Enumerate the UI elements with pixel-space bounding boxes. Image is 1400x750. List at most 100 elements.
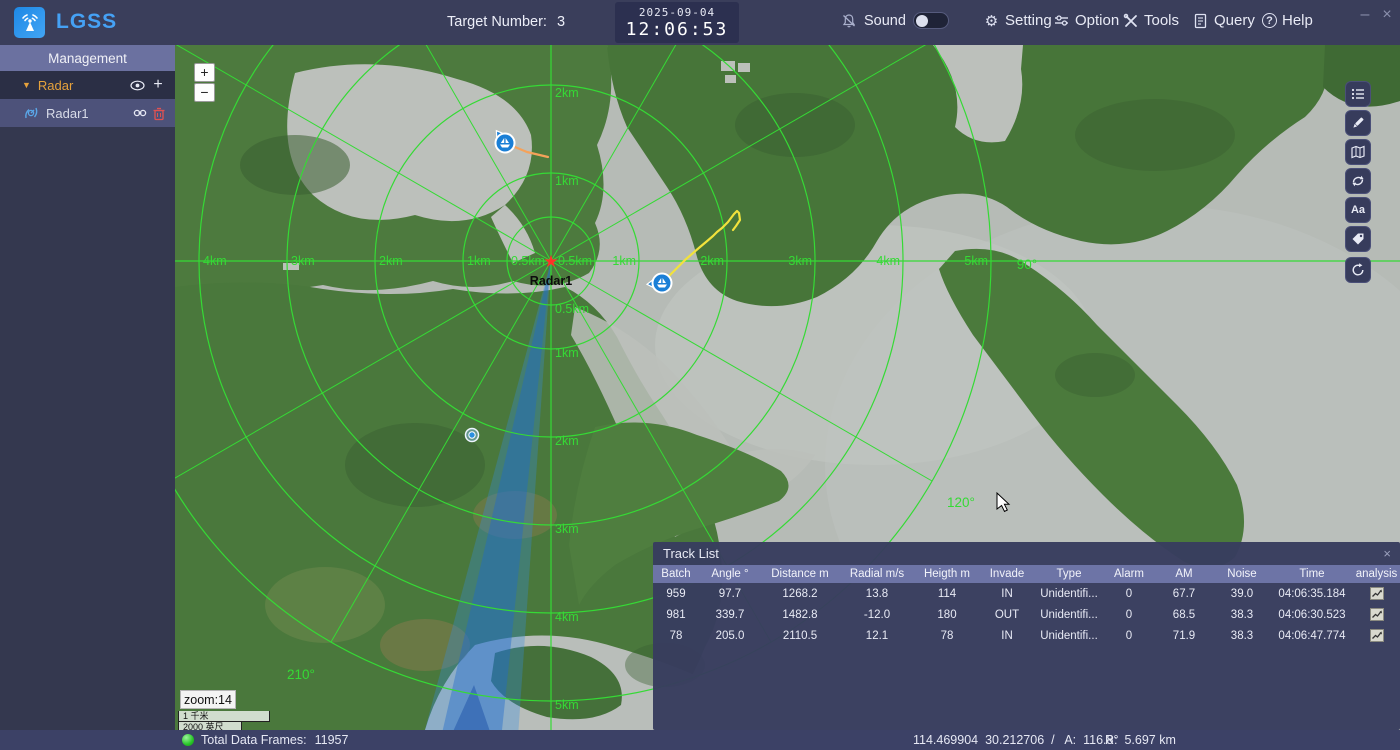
tree-group-radar[interactable]: ▼ Radar + <box>0 71 175 99</box>
add-radar-icon[interactable]: + <box>149 76 167 94</box>
track-cell: 114 <box>915 588 979 600</box>
track-row[interactable]: 95997.71268.213.8114INUnidentifi...067.7… <box>653 583 1400 604</box>
track-list-close-icon[interactable]: × <box>1383 546 1391 561</box>
track-cell: 339.7 <box>699 609 761 621</box>
analysis-chart-icon[interactable] <box>1353 608 1400 621</box>
track-cell: 38.3 <box>1213 630 1271 642</box>
track-cell: 78 <box>915 630 979 642</box>
frames-value: 11957 <box>315 733 349 747</box>
text-size-icon[interactable]: Aa <box>1345 197 1371 223</box>
track-cell: Unidentifi... <box>1035 609 1103 621</box>
menu-query[interactable]: Query <box>1192 12 1255 29</box>
total-data-frames: Total Data Frames:11957 <box>201 733 348 747</box>
column-header: Distance m <box>761 568 839 580</box>
datetime-panel: 2025-09-04 12:06:53 <box>615 2 739 43</box>
track-list-body: 95997.71268.213.8114INUnidentifi...067.7… <box>653 583 1400 646</box>
analysis-chart-icon[interactable] <box>1353 587 1400 600</box>
menu-option[interactable]: Option <box>1053 12 1119 29</box>
sync-icon[interactable] <box>1345 168 1371 194</box>
column-header: Time <box>1271 568 1353 580</box>
scale-bar-ft: 2000 英尺 <box>178 722 242 730</box>
map-zoom-in-button[interactable]: + <box>194 63 215 82</box>
track-cell: 180 <box>915 609 979 621</box>
caret-down-icon: ▼ <box>22 80 31 90</box>
app-logo-icon <box>14 7 45 38</box>
link-icon[interactable] <box>131 104 149 122</box>
track-cell: Unidentifi... <box>1035 630 1103 642</box>
scale-bar-km: 1 千米 <box>178 711 270 722</box>
list-icon[interactable] <box>1345 81 1371 107</box>
tree-item-radar1[interactable]: Radar1 <box>0 99 175 127</box>
app-title: LGSS <box>56 10 117 34</box>
column-header: Heigth m <box>915 568 979 580</box>
track-cell: 12.1 <box>839 630 915 642</box>
analysis-chart-icon[interactable] <box>1353 629 1400 642</box>
status-bar: Total Data Frames:11957 114.469904 30.21… <box>0 730 1400 750</box>
track-cell: 04:06:35.184 <box>1271 588 1353 600</box>
track-cell: 78 <box>653 630 699 642</box>
track-cell: Unidentifi... <box>1035 588 1103 600</box>
track-cell: 1268.2 <box>761 588 839 600</box>
range-value: 5.697 km <box>1124 733 1175 747</box>
map-icon[interactable] <box>1345 139 1371 165</box>
column-header: Batch <box>653 568 699 580</box>
trash-icon[interactable] <box>150 104 168 122</box>
radar-device-icon <box>22 104 40 122</box>
close-button[interactable]: × <box>1378 6 1396 24</box>
target-number-value: 3 <box>557 14 565 30</box>
track-cell: 38.3 <box>1213 609 1271 621</box>
sliders-icon <box>1053 12 1070 29</box>
track-trail <box>662 211 740 283</box>
connection-status-icon <box>182 734 194 746</box>
sound-toggle[interactable] <box>913 12 949 29</box>
track-cell: IN <box>979 630 1035 642</box>
track-cell: 2110.5 <box>761 630 839 642</box>
refresh-icon[interactable] <box>1345 257 1371 283</box>
track-cell: 13.8 <box>839 588 915 600</box>
cursor-coordinates: 114.469904 30.212706 / A: 116.8° <box>913 733 1118 747</box>
track-cell: 04:06:30.523 <box>1271 609 1353 621</box>
tag-icon[interactable] <box>1345 226 1371 252</box>
menu-tools[interactable]: Tools <box>1122 12 1179 29</box>
crossed-tools-icon <box>1122 12 1139 29</box>
zoom-level-label: zoom:14 <box>180 690 236 709</box>
question-icon: ? <box>1262 13 1277 28</box>
menu-setting[interactable]: ⚙ Setting <box>983 12 1052 29</box>
document-icon <box>1192 12 1209 29</box>
track-cell: 67.7 <box>1155 588 1213 600</box>
track-list-header: BatchAngle °Distance mRadial m/sHeigth m… <box>653 565 1400 583</box>
gear-icon: ⚙ <box>983 12 1000 29</box>
track-marker[interactable] <box>647 274 672 293</box>
minimize-button[interactable]: – <box>1356 6 1374 24</box>
track-list-title: Track List <box>653 542 1400 565</box>
current-date: 2025-09-04 <box>639 6 715 19</box>
track-cell: 205.0 <box>699 630 761 642</box>
track-row[interactable]: 981339.71482.8-12.0180OUTUnidentifi...06… <box>653 604 1400 625</box>
track-cell: 0 <box>1103 630 1155 642</box>
pencil-icon[interactable] <box>1345 110 1371 136</box>
lgss-application: LGSS Target Number:3 2025-09-04 12:06:53… <box>0 0 1400 750</box>
eye-icon[interactable] <box>128 76 146 94</box>
bell-slash-icon <box>840 12 857 29</box>
track-cell: 981 <box>653 609 699 621</box>
menu-help[interactable]: ? Help <box>1262 12 1313 29</box>
track-row[interactable]: 78205.02110.512.178INUnidentifi...071.93… <box>653 625 1400 646</box>
track-cell: 71.9 <box>1155 630 1213 642</box>
target-number: Target Number:3 <box>447 14 565 30</box>
map-zoom-out-button[interactable]: − <box>194 83 215 102</box>
track-cell: 39.0 <box>1213 588 1271 600</box>
cursor-range: R: 5.697 km <box>1105 733 1176 747</box>
track-cell: 04:06:47.774 <box>1271 630 1353 642</box>
track-cell: 1482.8 <box>761 609 839 621</box>
track-marker[interactable] <box>492 128 514 153</box>
column-header: Alarm <box>1103 568 1155 580</box>
column-header: Noise <box>1213 568 1271 580</box>
track-cell: IN <box>979 588 1035 600</box>
sidebar-header: Management <box>0 45 175 71</box>
column-header: Radial m/s <box>839 568 915 580</box>
track-marker[interactable] <box>466 429 479 442</box>
column-header: analysis <box>1353 568 1400 580</box>
track-cell: -12.0 <box>839 609 915 621</box>
track-cell: OUT <box>979 609 1035 621</box>
current-time: 12:06:53 <box>626 19 729 40</box>
